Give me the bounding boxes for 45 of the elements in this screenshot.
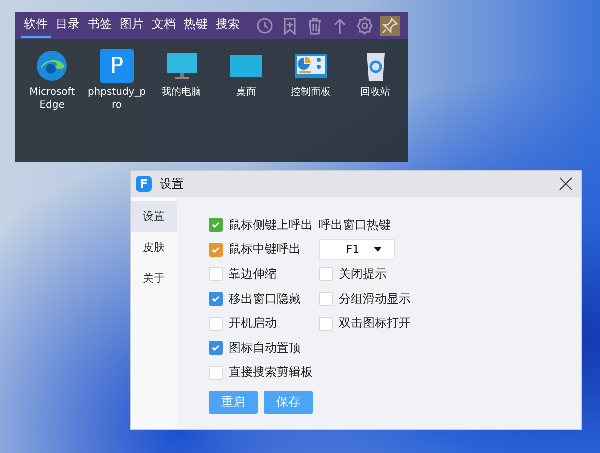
option-label: 鼠标中键呼出 <box>229 241 301 258</box>
app-tile-icon: P <box>100 49 134 83</box>
hotkey-dropdown[interactable]: F1 <box>319 239 395 260</box>
edge-browser-icon <box>35 49 70 83</box>
checkbox[interactable] <box>209 341 223 356</box>
shortcut-label[interactable]: Microsoft Edge <box>21 87 84 112</box>
tab[interactable]: 搜索 <box>213 13 243 38</box>
settings-icon[interactable] <box>355 16 375 36</box>
tab[interactable]: 热键 <box>181 13 211 38</box>
shortcut-label[interactable]: 回收站 <box>344 87 407 100</box>
checkmark-icon <box>211 220 221 230</box>
app-logo-icon: F <box>136 176 152 192</box>
sidebar-item[interactable]: 关于 <box>131 263 177 294</box>
checkmark-icon <box>211 343 221 354</box>
option-label: 移出窗口隐藏 <box>229 290 301 308</box>
tab[interactable]: 目录 <box>53 13 83 38</box>
option-label: 直接搜索剪辑板 <box>229 364 313 382</box>
checkmark-icon <box>211 294 221 304</box>
shortcut-label[interactable]: 桌面 <box>215 87 278 100</box>
checkbox[interactable] <box>209 242 223 257</box>
checkbox[interactable] <box>209 218 223 232</box>
sidebar-item[interactable]: 皮肤 <box>131 232 177 263</box>
checkbox[interactable] <box>209 292 223 306</box>
window-title: 设置 <box>160 176 184 192</box>
option-label: 双击图标打开 <box>339 315 411 332</box>
shortcut-label[interactable]: 我的电脑 <box>150 87 213 100</box>
checkmark-icon <box>211 244 221 255</box>
caret-icon <box>374 247 382 252</box>
option-label: 关闭提示 <box>339 266 387 283</box>
pin-icon[interactable] <box>380 16 400 36</box>
clock-icon[interactable] <box>255 16 275 36</box>
tab[interactable]: 书签 <box>85 13 115 38</box>
option-label: 图标自动置顶 <box>229 340 301 357</box>
hotkey-label: 呼出窗口热键 <box>319 216 392 234</box>
tab[interactable]: 图片 <box>117 13 147 38</box>
option-label: 分组滑动显示 <box>339 290 411 308</box>
tab[interactable]: 文档 <box>149 13 179 38</box>
sidebar-item[interactable]: 设置 <box>131 201 177 232</box>
close-icon[interactable] <box>559 177 573 191</box>
option-label: 鼠标侧键上呼出 <box>229 216 313 234</box>
tab[interactable]: 软件 <box>21 13 51 38</box>
shortcut-label[interactable]: phpstudy_pro <box>86 87 148 112</box>
shortcut-label[interactable]: 控制面板 <box>280 87 342 100</box>
option-label: 靠边伸缩 <box>229 266 277 283</box>
option-label: 开机启动 <box>229 315 277 332</box>
